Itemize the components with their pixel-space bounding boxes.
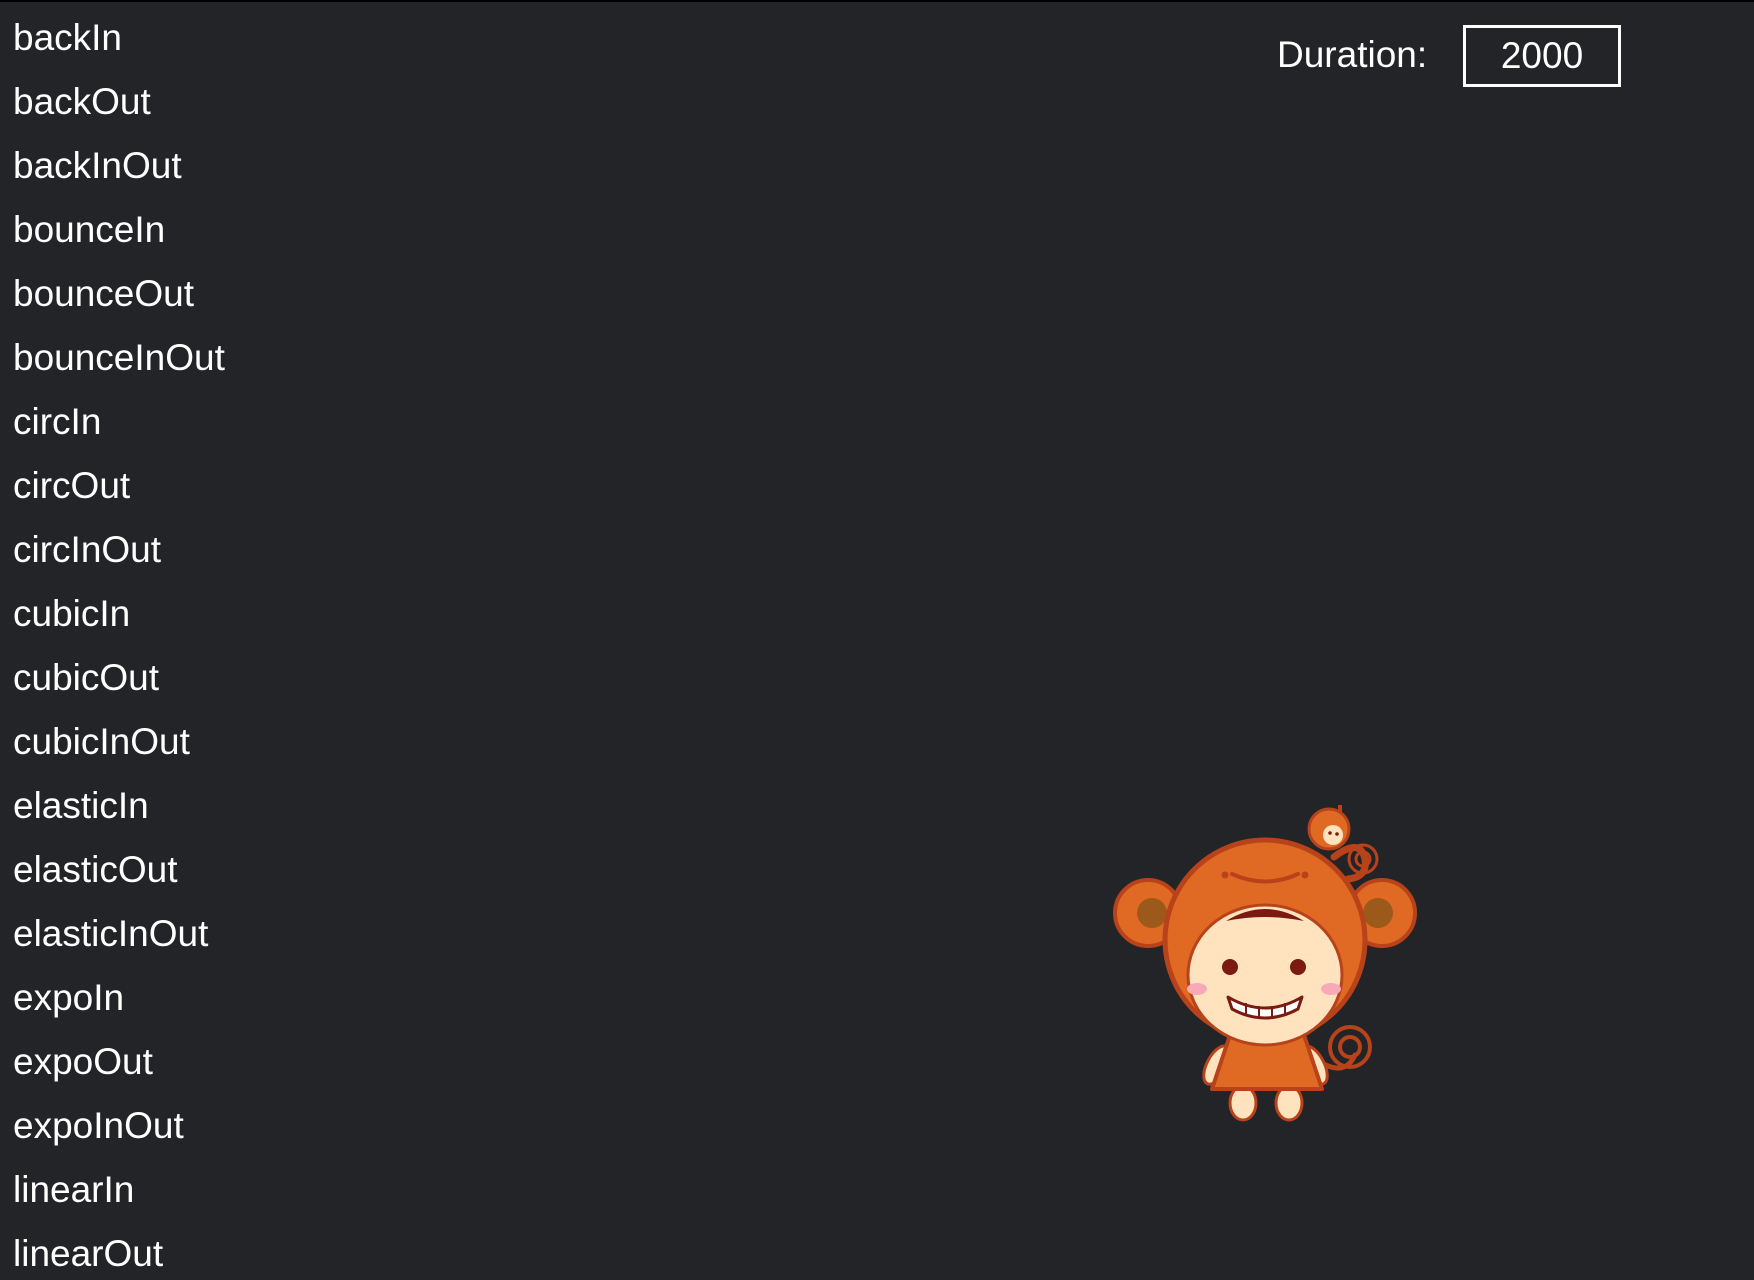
easing-option-bounce-in[interactable]: bounceIn [13,204,225,268]
easing-option-linear-in[interactable]: linearIn [13,1164,225,1228]
easing-option-expo-out[interactable]: expoOut [13,1036,225,1100]
easing-option-expo-in[interactable]: expoIn [13,972,225,1036]
easing-option-elastic-out[interactable]: elasticOut [13,844,225,908]
monkey-sprite-image[interactable] [1110,797,1420,1127]
easing-option-elastic-in-out[interactable]: elasticInOut [13,908,225,972]
easing-option-cubic-in-out[interactable]: cubicInOut [13,716,225,780]
easing-option-bounce-in-out[interactable]: bounceInOut [13,332,225,396]
monkey-sprite-figure [1113,805,1417,1122]
easing-option-elastic-in[interactable]: elasticIn [13,780,225,844]
easing-option-expo-in-out[interactable]: expoInOut [13,1100,225,1164]
duration-input[interactable] [1463,25,1621,87]
easing-option-bounce-out[interactable]: bounceOut [13,268,225,332]
easing-option-linear-out[interactable]: linearOut [13,1228,225,1280]
easing-option-cubic-out[interactable]: cubicOut [13,652,225,716]
easing-option-back-in-out[interactable]: backInOut [13,140,225,204]
easing-option-circ-in[interactable]: circIn [13,396,225,460]
easing-option-back-in[interactable]: backIn [13,12,225,76]
easing-option-back-out[interactable]: backOut [13,76,225,140]
easing-option-circ-out[interactable]: circOut [13,460,225,524]
easing-option-cubic-in[interactable]: cubicIn [13,588,225,652]
easing-list: backIn backOut backInOut bounceIn bounce… [13,12,225,1280]
duration-label: Duration: [1277,34,1428,75]
easing-option-circ-in-out[interactable]: circInOut [13,524,225,588]
